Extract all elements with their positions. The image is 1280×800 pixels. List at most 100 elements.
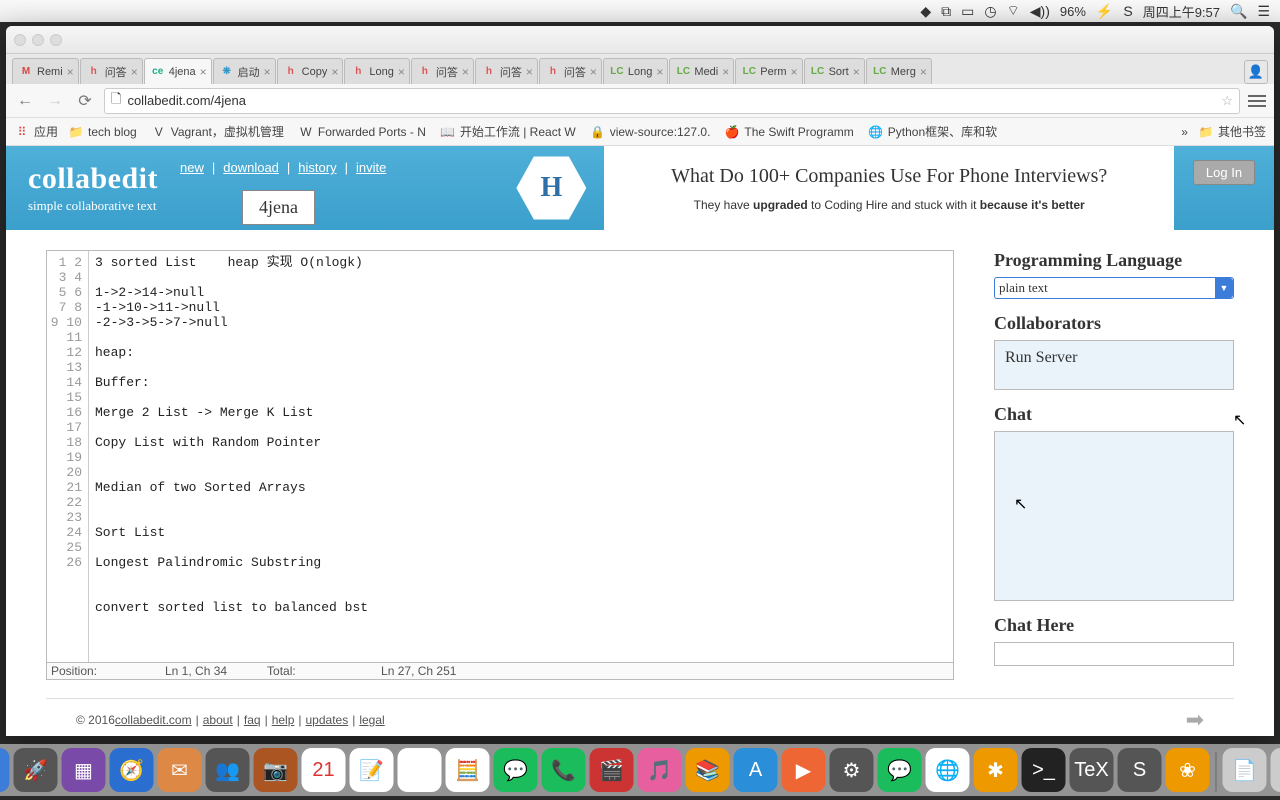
footer-link-updates[interactable]: updates — [306, 713, 349, 727]
footer-site[interactable]: collabedit.com — [115, 713, 192, 727]
browser-tab[interactable]: h问答× — [80, 58, 143, 84]
dock-app[interactable]: 📚 — [686, 748, 730, 792]
dock-app[interactable]: 🧮 — [446, 748, 490, 792]
dock-app[interactable]: 🎬 — [590, 748, 634, 792]
tab-close-icon[interactable]: × — [853, 65, 860, 79]
code-area[interactable]: 3 sorted List heap 实现 O(nlogk) 1->2->14-… — [89, 251, 953, 662]
dock-app[interactable]: ⚙ — [830, 748, 874, 792]
browser-tab[interactable]: LCMerg× — [866, 58, 932, 84]
browser-tab[interactable]: hLong× — [344, 58, 410, 84]
tab-close-icon[interactable]: × — [264, 65, 271, 79]
dock-app[interactable]: 📞 — [542, 748, 586, 792]
browser-tab[interactable]: LCSort× — [804, 58, 865, 84]
nav-history[interactable]: history — [298, 160, 336, 175]
bookmark-favicon: V — [151, 124, 167, 140]
dock-app[interactable]: ▦ — [62, 748, 106, 792]
menu-icon[interactable]: ☰ — [1257, 3, 1270, 20]
footer-link-faq[interactable]: faq — [244, 713, 261, 727]
dock-app[interactable]: 🗒 — [398, 748, 442, 792]
volume-icon: ◀)) — [1030, 3, 1050, 20]
footer-link-about[interactable]: about — [203, 713, 233, 727]
chrome-menu-icon[interactable] — [1248, 95, 1266, 107]
code-editor[interactable]: 1 2 3 4 5 6 7 8 9 10 11 12 13 14 15 16 1… — [46, 250, 954, 680]
nav-download[interactable]: download — [223, 160, 279, 175]
bookmark-star-icon[interactable]: ☆ — [1221, 93, 1233, 109]
tab-close-icon[interactable]: × — [331, 65, 338, 79]
close-icon[interactable] — [14, 34, 26, 46]
maximize-icon[interactable] — [50, 34, 62, 46]
tab-close-icon[interactable]: × — [67, 65, 74, 79]
dock-app[interactable]: 🎵 — [638, 748, 682, 792]
bookmark-item[interactable]: 🍎The Swift Programm — [724, 123, 853, 140]
ad-banner[interactable]: What Do 100+ Companies Use For Phone Int… — [604, 146, 1174, 230]
browser-tab[interactable]: ❋启动× — [213, 58, 276, 84]
bookmark-item[interactable]: VVagrant，虚拟机管理 — [151, 123, 284, 140]
footer-link-help[interactable]: help — [272, 713, 295, 727]
dock-app[interactable]: 21 — [302, 748, 346, 792]
dock-app[interactable]: ✱ — [974, 748, 1018, 792]
browser-tab[interactable]: LCPerm× — [735, 58, 802, 84]
dock-app[interactable]: ✉ — [158, 748, 202, 792]
dock-app[interactable]: 🌐 — [926, 748, 970, 792]
nav-new[interactable]: new — [180, 160, 204, 175]
dock-app[interactable]: 👥 — [206, 748, 250, 792]
tab-close-icon[interactable]: × — [656, 65, 663, 79]
dock-app[interactable]: >_ — [1022, 748, 1066, 792]
dock-app[interactable]: ☺ — [0, 748, 10, 792]
tab-close-icon[interactable]: × — [526, 65, 533, 79]
language-select[interactable]: plain text — [994, 277, 1234, 299]
reload-button[interactable]: ⟳ — [74, 91, 96, 111]
dock-app[interactable]: A — [734, 748, 778, 792]
dock-app[interactable]: S — [1118, 748, 1162, 792]
browser-tab[interactable]: ce4jena× — [144, 58, 212, 84]
bookmark-item[interactable]: WForwarded Ports - N — [298, 123, 426, 140]
dock-app[interactable]: ❀ — [1166, 748, 1210, 792]
dock-app[interactable]: 💬 — [494, 748, 538, 792]
browser-tab[interactable]: hCopy× — [277, 58, 344, 84]
tab-close-icon[interactable]: × — [920, 65, 927, 79]
dock-app[interactable]: 📷 — [254, 748, 298, 792]
back-button[interactable]: ← — [14, 92, 36, 110]
tab-close-icon[interactable]: × — [462, 65, 469, 79]
minimize-icon[interactable] — [32, 34, 44, 46]
apps-button[interactable]: ⠿应用 — [14, 123, 58, 140]
dock-app[interactable]: 🗑 — [1271, 748, 1280, 792]
profile-avatar[interactable]: 👤 — [1244, 60, 1268, 84]
tab-close-icon[interactable]: × — [200, 65, 207, 79]
dock-app[interactable]: 📄 — [1223, 748, 1267, 792]
ad-subline: They have upgraded to Coding Hire and st… — [624, 198, 1154, 212]
footer-link-legal[interactable]: legal — [359, 713, 384, 727]
bookmark-item[interactable]: 📖开始工作流 | React W — [440, 123, 576, 140]
browser-tab[interactable]: h问答× — [411, 58, 474, 84]
dock-app[interactable]: TeX — [1070, 748, 1114, 792]
dock-app[interactable]: 📝 — [350, 748, 394, 792]
traffic-lights[interactable] — [14, 34, 62, 46]
chat-input[interactable] — [994, 642, 1234, 666]
browser-tab[interactable]: h问答× — [539, 58, 602, 84]
browser-tab[interactable]: LCMedi× — [669, 58, 734, 84]
login-button[interactable]: Log In — [1193, 160, 1255, 185]
dock-app[interactable]: 💬 — [878, 748, 922, 792]
browser-tab[interactable]: LCLong× — [603, 58, 669, 84]
other-bookmarks[interactable]: 📁其他书签 — [1198, 123, 1266, 140]
tab-favicon: LC — [610, 65, 624, 79]
tab-close-icon[interactable]: × — [722, 65, 729, 79]
tab-close-icon[interactable]: × — [590, 65, 597, 79]
tab-close-icon[interactable]: × — [398, 65, 405, 79]
bookmark-item[interactable]: 🔒view-source:127.0. — [590, 123, 711, 140]
tab-close-icon[interactable]: × — [131, 65, 138, 79]
bookmark-item[interactable]: 🌐Python框架、库和软 — [868, 123, 997, 140]
bookmark-overflow[interactable]: » — [1181, 125, 1188, 139]
browser-tab[interactable]: MRemi× — [12, 58, 79, 84]
dock-app[interactable]: 🚀 — [14, 748, 58, 792]
browser-tab[interactable]: h问答× — [475, 58, 538, 84]
tab-close-icon[interactable]: × — [791, 65, 798, 79]
next-arrow-icon[interactable]: ➡ — [1186, 707, 1204, 733]
omnibox[interactable]: 🗋 collabedit.com/4jena ☆ — [104, 88, 1240, 114]
spotlight-icon[interactable]: 🔍 — [1230, 3, 1247, 20]
bookmark-item[interactable]: 📁tech blog — [68, 123, 137, 140]
nav-invite[interactable]: invite — [356, 160, 386, 175]
dock-app[interactable]: ▶ — [782, 748, 826, 792]
tab-title: 问答 — [500, 64, 522, 80]
dock-app[interactable]: 🧭 — [110, 748, 154, 792]
